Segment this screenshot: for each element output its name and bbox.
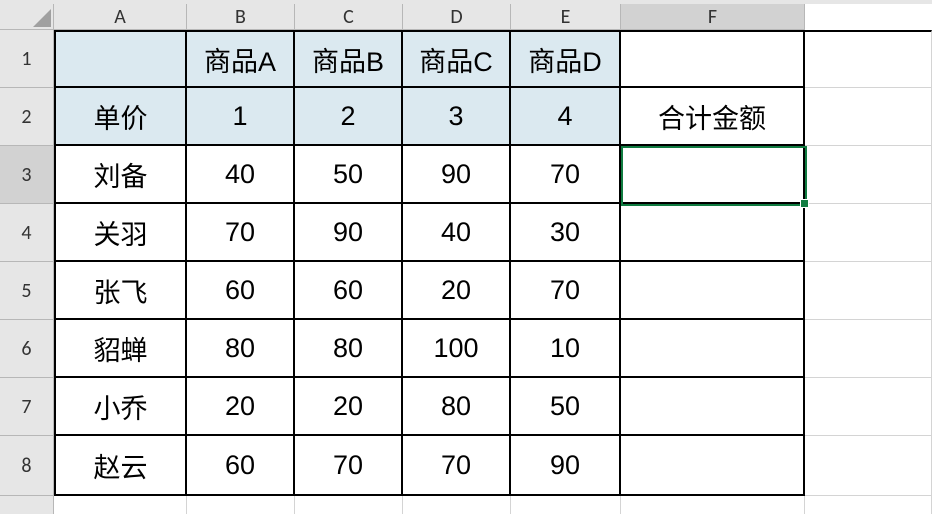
row-header-8[interactable]: 8 <box>0 436 54 496</box>
cell-A7[interactable]: 小乔 <box>54 378 187 436</box>
cell-B6[interactable]: 80 <box>187 320 295 378</box>
cell-E6[interactable]: 10 <box>511 320 621 378</box>
column-header-C[interactable]: C <box>295 4 403 30</box>
cell-G3[interactable] <box>805 146 932 204</box>
cell-F6[interactable] <box>621 320 805 378</box>
cell-B5[interactable]: 60 <box>187 262 295 320</box>
cell-F8[interactable] <box>621 436 805 496</box>
cell-A2[interactable]: 单价 <box>54 88 187 146</box>
grid-area: 商品A 商品B 商品C 商品D 单价 1 2 3 4 合计金额 刘备 40 50… <box>54 30 932 514</box>
cell-G5[interactable] <box>805 262 932 320</box>
cell-B2[interactable]: 1 <box>187 88 295 146</box>
cell-E1[interactable]: 商品D <box>511 30 621 88</box>
cell-A5[interactable]: 张飞 <box>54 262 187 320</box>
cell-C9[interactable] <box>295 496 403 514</box>
table-row: 商品A 商品B 商品C 商品D <box>54 30 932 88</box>
cell-D1[interactable]: 商品C <box>403 30 511 88</box>
cell-B8[interactable]: 60 <box>187 436 295 496</box>
cell-F9[interactable] <box>621 496 805 514</box>
cell-E8[interactable]: 90 <box>511 436 621 496</box>
table-row <box>54 496 932 514</box>
table-row: 小乔 20 20 80 50 <box>54 378 932 436</box>
cell-D9[interactable] <box>403 496 511 514</box>
cell-C1[interactable]: 商品B <box>295 30 403 88</box>
row-header-4[interactable]: 4 <box>0 204 54 262</box>
cell-B1[interactable]: 商品A <box>187 30 295 88</box>
row-header-6[interactable]: 6 <box>0 320 54 378</box>
cell-E5[interactable]: 70 <box>511 262 621 320</box>
table-row: 刘备 40 50 90 70 <box>54 146 932 204</box>
cell-C3[interactable]: 50 <box>295 146 403 204</box>
cell-D4[interactable]: 40 <box>403 204 511 262</box>
cell-A3[interactable]: 刘备 <box>54 146 187 204</box>
row-header-rest[interactable] <box>0 496 54 514</box>
cell-B4[interactable]: 70 <box>187 204 295 262</box>
table-row: 貂蝉 80 80 100 10 <box>54 320 932 378</box>
cell-E4[interactable]: 30 <box>511 204 621 262</box>
cell-B9[interactable] <box>187 496 295 514</box>
cell-F2[interactable]: 合计金额 <box>621 88 805 146</box>
cell-D7[interactable]: 80 <box>403 378 511 436</box>
row-header-2[interactable]: 2 <box>0 88 54 146</box>
cell-F3[interactable] <box>621 146 805 204</box>
cell-G9[interactable] <box>805 496 932 514</box>
cell-F1[interactable] <box>621 30 805 88</box>
row-header-1[interactable]: 1 <box>0 30 54 88</box>
cell-E2[interactable]: 4 <box>511 88 621 146</box>
cell-B7[interactable]: 20 <box>187 378 295 436</box>
cell-A8[interactable]: 赵云 <box>54 436 187 496</box>
cell-D8[interactable]: 70 <box>403 436 511 496</box>
cell-D6[interactable]: 100 <box>403 320 511 378</box>
cell-G8[interactable] <box>805 436 932 496</box>
row-headers: 1 2 3 4 5 6 7 8 <box>0 30 54 514</box>
row-header-7[interactable]: 7 <box>0 378 54 436</box>
cell-E3[interactable]: 70 <box>511 146 621 204</box>
select-all-corner[interactable] <box>0 4 54 30</box>
table-row: 单价 1 2 3 4 合计金额 <box>54 88 932 146</box>
cell-A9[interactable] <box>54 496 187 514</box>
cell-C6[interactable]: 80 <box>295 320 403 378</box>
cell-F7[interactable] <box>621 378 805 436</box>
cell-C2[interactable]: 2 <box>295 88 403 146</box>
cell-F4[interactable] <box>621 204 805 262</box>
column-header-E[interactable]: E <box>511 4 621 30</box>
cell-D2[interactable]: 3 <box>403 88 511 146</box>
cell-E9[interactable] <box>511 496 621 514</box>
cell-C4[interactable]: 90 <box>295 204 403 262</box>
cell-C5[interactable]: 60 <box>295 262 403 320</box>
cell-C7[interactable]: 20 <box>295 378 403 436</box>
cell-G2[interactable] <box>805 88 932 146</box>
cell-B3[interactable]: 40 <box>187 146 295 204</box>
table-row: 张飞 60 60 20 70 <box>54 262 932 320</box>
cell-G7[interactable] <box>805 378 932 436</box>
cell-F5[interactable] <box>621 262 805 320</box>
cell-A6[interactable]: 貂蝉 <box>54 320 187 378</box>
column-header-D[interactable]: D <box>403 4 511 30</box>
cell-D5[interactable]: 20 <box>403 262 511 320</box>
row-header-3[interactable]: 3 <box>0 146 54 204</box>
cell-D3[interactable]: 90 <box>403 146 511 204</box>
cell-A4[interactable]: 关羽 <box>54 204 187 262</box>
table-row: 关羽 70 90 40 30 <box>54 204 932 262</box>
cell-C8[interactable]: 70 <box>295 436 403 496</box>
column-header-A[interactable]: A <box>54 4 187 30</box>
column-headers: A B C D E F <box>0 4 805 30</box>
spreadsheet: A B C D E F 1 2 3 4 5 6 7 8 商品A 商品B 商品C … <box>0 0 932 514</box>
column-header-B[interactable]: B <box>187 4 295 30</box>
cell-G6[interactable] <box>805 320 932 378</box>
row-header-5[interactable]: 5 <box>0 262 54 320</box>
cell-G1[interactable] <box>805 30 932 88</box>
cell-G4[interactable] <box>805 204 932 262</box>
table-row: 赵云 60 70 70 90 <box>54 436 932 496</box>
cell-A1[interactable] <box>54 30 187 88</box>
cell-E7[interactable]: 50 <box>511 378 621 436</box>
column-header-F[interactable]: F <box>621 4 805 30</box>
